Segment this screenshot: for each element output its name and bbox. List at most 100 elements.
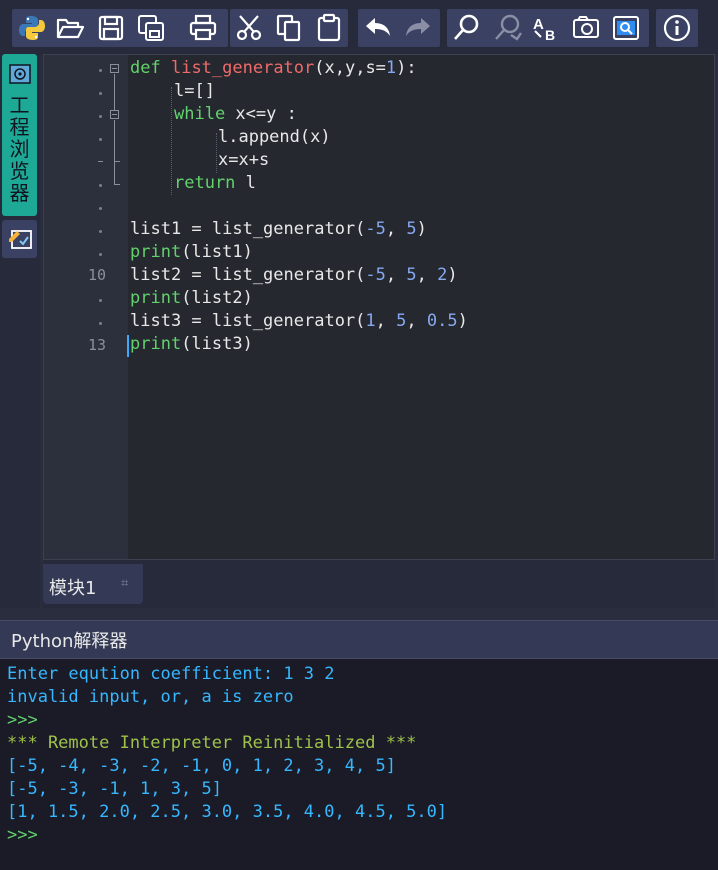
open-folder-button[interactable]	[51, 10, 89, 46]
sidebar: 工程浏览器	[0, 54, 40, 614]
fold-end	[114, 184, 120, 185]
builtin: print	[130, 242, 182, 262]
builtin: print	[130, 334, 182, 354]
code-token: ,	[375, 311, 397, 331]
interpreter-console[interactable]: Enter eqution coefficient: 1 3 2 invalid…	[0, 658, 718, 870]
code-token: )	[457, 311, 468, 331]
code-line-1: def list_generator(x,y,s=1):	[130, 58, 417, 81]
search-window-icon	[613, 16, 639, 40]
indent-guide	[171, 87, 172, 195]
spell-check-button[interactable]: A B	[527, 10, 565, 46]
project-icon	[9, 64, 31, 84]
keyword: return	[174, 173, 236, 193]
number: 0.5	[426, 311, 458, 331]
close-icon[interactable]: ⌗	[121, 576, 128, 591]
code-line-12: list3 = list_generator(1, 5, 0.5)	[130, 311, 468, 334]
cut-button[interactable]	[230, 10, 268, 46]
print-icon	[189, 14, 217, 41]
line-marker	[99, 69, 102, 72]
redo-button[interactable]	[399, 10, 437, 46]
fold-toggle[interactable]	[110, 110, 119, 119]
find-replace-button[interactable]	[489, 10, 527, 46]
code-token: (list1)	[181, 242, 253, 262]
code-token: x<=y :	[225, 104, 297, 124]
fold-guide	[114, 74, 115, 110]
search-window-button[interactable]	[607, 10, 645, 46]
number: -5	[365, 265, 386, 285]
code-token: list3 = list_generator(	[130, 311, 366, 331]
scissors-icon	[236, 15, 262, 41]
code-token: list1 = list_generator(	[130, 219, 366, 239]
save-all-button[interactable]	[132, 10, 170, 46]
console-prompt: >>>	[7, 710, 38, 730]
search-icon	[454, 14, 479, 40]
number: 1	[385, 58, 397, 78]
fold-toggle[interactable]	[110, 64, 119, 73]
builtin: print	[130, 288, 182, 308]
line-marker	[99, 184, 102, 187]
code-editor[interactable]: 10 13 def list_generator(x,y,s=1): l=[] …	[43, 54, 715, 560]
module-tab-label: 模块1	[49, 578, 97, 599]
line-marker	[99, 138, 102, 141]
code-token: ,	[385, 265, 407, 285]
code-token: ,	[385, 219, 407, 239]
editor-gutter: 10 13	[44, 55, 128, 559]
tab-editor-tools[interactable]	[2, 220, 37, 258]
info-icon	[663, 14, 691, 42]
code-line-2: l=[]	[174, 81, 215, 101]
keyword: while	[174, 104, 226, 124]
image-icon	[573, 16, 599, 38]
code-token: ,	[406, 311, 427, 331]
tab-module-1[interactable]: 模块1 ⌗	[43, 564, 143, 604]
code-line-11: print(list2)	[130, 288, 253, 311]
undo-icon	[366, 18, 390, 36]
panel-splitter[interactable]	[0, 608, 718, 620]
undo-button[interactable]	[359, 10, 397, 46]
copy-button[interactable]	[270, 10, 308, 46]
line-number: 10	[87, 266, 106, 284]
fold-guide	[114, 120, 115, 162]
screenshot-button[interactable]	[567, 10, 605, 46]
console-line: invalid input, or, a is zero	[7, 687, 294, 707]
svg-text:A: A	[533, 16, 544, 33]
toolbar: A B	[0, 0, 718, 54]
tab-project-browser[interactable]: 工程浏览器	[2, 54, 37, 216]
console-line: [-5, -4, -3, -2, -1, 0, 1, 2, 3, 4, 5]	[7, 756, 396, 776]
code-token: list2 = list_generator(	[130, 265, 366, 285]
fold-guide	[114, 162, 115, 184]
number: 2	[437, 265, 448, 285]
number: 5	[406, 219, 417, 239]
function-name: list_generator	[170, 58, 315, 78]
line-marker	[99, 299, 102, 302]
code-token: l	[235, 173, 256, 193]
console-line: [-5, -3, -1, 1, 3, 5]	[7, 779, 222, 799]
indent-guide	[216, 133, 217, 173]
info-button[interactable]	[658, 10, 696, 46]
line-marker	[99, 230, 102, 233]
svg-text:B: B	[545, 27, 555, 43]
find-button[interactable]	[448, 10, 486, 46]
find-replace-icon	[495, 14, 522, 41]
spell-check-icon: A B	[533, 16, 555, 43]
project-browser-label: 工程浏览器	[9, 93, 30, 205]
code-token: (list2)	[181, 288, 253, 308]
paste-button[interactable]	[310, 10, 348, 46]
python-logo-button[interactable]	[13, 10, 51, 46]
save-button[interactable]	[92, 10, 130, 46]
save-all-icon	[138, 15, 164, 41]
interpreter-header: Python解释器	[0, 620, 718, 659]
code-line-8: list1 = list_generator(-5, 5)	[130, 219, 427, 242]
line-marker	[99, 115, 102, 118]
console-line: *** Remote Interpreter Reinitialized ***	[7, 733, 417, 753]
edit-tools-icon	[9, 230, 32, 249]
print-button[interactable]	[184, 10, 222, 46]
code-line-4: l.append(x)	[218, 127, 331, 147]
code-token: (x,y,s=	[314, 58, 386, 78]
code-line-9: print(list1)	[130, 242, 253, 265]
redo-icon	[406, 18, 430, 36]
open-folder-icon	[56, 18, 85, 39]
number: 1	[365, 311, 376, 331]
text-cursor	[127, 335, 129, 357]
console-prompt: >>>	[7, 825, 38, 845]
copy-icon	[276, 14, 301, 42]
